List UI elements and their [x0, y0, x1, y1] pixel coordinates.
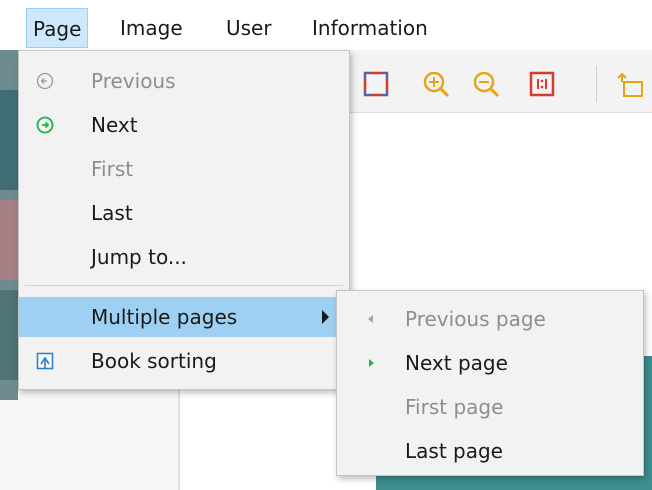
menu-item-first[interactable]: First [19, 149, 349, 189]
menu-item-label: Next page [405, 351, 508, 375]
menu-item-label: First [91, 157, 134, 181]
submenu-arrow-icon [322, 310, 329, 324]
menu-item-label: Last [91, 201, 133, 225]
background-strip-segment [0, 90, 18, 190]
menu-user[interactable]: User [220, 8, 278, 48]
menu-item-label: Previous [91, 69, 176, 93]
menu-item-last-page[interactable]: Last page [337, 431, 643, 471]
menu-bar: Page Image User Information [0, 0, 652, 50]
toolbar-separator [596, 66, 597, 102]
actual-size-icon[interactable] [528, 70, 556, 98]
fit-page-icon[interactable] [362, 70, 390, 98]
menu-item-label: Last page [405, 439, 503, 463]
menu-item-book-sorting[interactable]: Book sorting [19, 341, 349, 381]
triangle-right-icon [369, 359, 374, 367]
menu-item-previous-page[interactable]: Previous page [337, 299, 643, 339]
menu-information[interactable]: Information [306, 8, 434, 48]
background-strip-segment [0, 400, 18, 490]
menu-item-previous[interactable]: Previous [19, 61, 349, 101]
background-strip-segment [0, 290, 18, 380]
menu-page[interactable]: Page [26, 8, 89, 48]
zoom-in-icon[interactable] [422, 70, 450, 98]
menu-item-multiple-pages[interactable]: Multiple pages [19, 297, 349, 337]
menu-item-label: Multiple pages [91, 305, 238, 329]
multiple-pages-submenu: Previous page Next page First page Last … [336, 290, 644, 476]
circle-arrow-right-icon [36, 116, 54, 134]
background-strip-segment [0, 200, 18, 280]
background-left-strip [0, 50, 18, 490]
menu-image[interactable]: Image [114, 8, 189, 48]
menu-item-first-page[interactable]: First page [337, 387, 643, 427]
menu-item-jump-to[interactable]: Jump to... [19, 237, 349, 277]
circle-arrow-left-icon [36, 72, 54, 90]
menu-item-label: First page [405, 395, 504, 419]
menu-item-label: Jump to... [91, 245, 187, 269]
rotate-icon[interactable] [616, 70, 644, 98]
menu-item-label: Book sorting [91, 349, 217, 373]
menu-item-label: Previous page [405, 307, 546, 331]
book-sorting-icon [36, 352, 54, 370]
page-menu: Previous Next First Last Jump to... Mult… [18, 50, 350, 390]
menu-item-next-page[interactable]: Next page [337, 343, 643, 383]
menu-item-last[interactable]: Last [19, 193, 349, 233]
triangle-left-icon [368, 315, 373, 323]
menu-separator [25, 285, 343, 286]
menu-item-next[interactable]: Next [19, 105, 349, 145]
menu-item-label: Next [91, 113, 138, 137]
zoom-out-icon[interactable] [472, 70, 500, 98]
